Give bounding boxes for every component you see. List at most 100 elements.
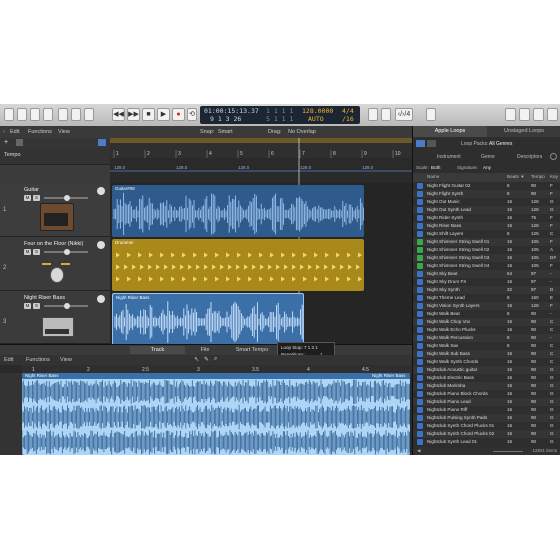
loop-row[interactable]: Night Walk Synth Chords 16 90 C xyxy=(413,358,560,366)
mute-button[interactable]: M xyxy=(24,195,31,201)
pan-knob[interactable] xyxy=(97,295,105,303)
preview-volume-slider[interactable] xyxy=(493,451,523,452)
column-name[interactable]: Name xyxy=(427,174,439,179)
stop-icon[interactable]: ■ xyxy=(142,108,155,121)
track-header-guitar[interactable]: 1 Guitar M S xyxy=(0,183,110,237)
tab-track[interactable]: Track xyxy=(130,346,185,354)
lcd-display[interactable]: 01:00:15:13.37 9 1 3 26 1 1 1 1 5 1 1 1 … xyxy=(200,106,360,124)
loop-row[interactable]: Night Walk Echo Plucks 16 90 C xyxy=(413,326,560,334)
metronome-display[interactable]: ‹/›/4 xyxy=(395,108,413,121)
solo-button[interactable]: S xyxy=(33,303,40,309)
master-volume-icon[interactable] xyxy=(426,108,436,121)
solo-button[interactable]: S xyxy=(33,249,40,255)
loop-row[interactable]: Nightclub Pulsing Synth Pads 16 90 G xyxy=(413,414,560,422)
grid-view-icon[interactable] xyxy=(427,140,436,147)
signature-select[interactable]: Any xyxy=(483,165,491,170)
category-instrument[interactable]: Instrument xyxy=(437,154,461,160)
loop-row[interactable]: Night Vision Synth Layers 16 128 F xyxy=(413,302,560,310)
category-genre[interactable]: Genre xyxy=(481,154,495,160)
pencil-tool-icon[interactable]: ✎ xyxy=(204,356,209,363)
column-tempo[interactable]: Tempo xyxy=(531,174,545,179)
speaker-icon[interactable]: ◀ xyxy=(417,448,420,454)
column-beats[interactable]: Beats xyxy=(507,174,519,179)
region-guitar[interactable]: Guitar#06 xyxy=(112,185,364,237)
loop-row[interactable]: Night Flight Synth 8 90 F xyxy=(413,190,560,198)
loop-browser-icon[interactable] xyxy=(533,108,544,121)
loop-row[interactable]: Night Theme Lead 8 160 E xyxy=(413,294,560,302)
global-tracks-icon[interactable] xyxy=(98,139,106,146)
inspector-icon[interactable] xyxy=(17,108,27,121)
loop-row[interactable]: Night Walk Sax 8 90 C xyxy=(413,342,560,350)
mute-button[interactable]: M xyxy=(24,303,31,309)
editor-ruler[interactable]: 1 2 2.5 3 3.5 4 4.5 xyxy=(22,365,412,373)
loop-row[interactable]: Night Sky Beat 64 97 - xyxy=(413,270,560,278)
tab-apple-loops[interactable]: Apple Loops xyxy=(413,126,487,137)
fast-forward-icon[interactable]: ▶▶ xyxy=(127,108,140,121)
category-descriptors[interactable]: Descriptors xyxy=(517,154,542,160)
loop-row[interactable]: Night Shimmer String Swell 01 16 105 F xyxy=(413,238,560,246)
scale-select[interactable]: Both xyxy=(431,165,440,170)
column-key[interactable]: Key xyxy=(550,174,558,179)
pointer-tool-icon[interactable]: ↖ xyxy=(194,356,199,363)
loop-row[interactable]: Night Out Music 16 128 G xyxy=(413,198,560,206)
tuner-icon[interactable] xyxy=(368,108,378,121)
loop-row[interactable]: Nightclub Piano Lead 16 90 G xyxy=(413,398,560,406)
loop-row[interactable]: Nightclub Piano Riff 16 90 G xyxy=(413,406,560,414)
cycle-icon[interactable]: ⟲ xyxy=(187,108,197,121)
loop-row[interactable]: Night Sky Drum FX 16 97 - xyxy=(413,278,560,286)
loop-row[interactable]: Night Walk Sub Bass 16 90 C xyxy=(413,350,560,358)
arrange-area[interactable]: 1 2 3 4 5 6 7 8 9 10 128.0 128.0 128.0 128.0 128.0 Gu… xyxy=(110,138,412,344)
loop-row[interactable]: Night Walk Beat 8 90 - xyxy=(413,310,560,318)
notes-icon[interactable] xyxy=(519,108,530,121)
loop-row[interactable]: Night Shimmer String Swell 03 16 105 D# xyxy=(413,254,560,262)
count-in-icon[interactable] xyxy=(381,108,391,121)
scissors-icon[interactable] xyxy=(84,108,94,121)
track-header-bass[interactable]: 3 Night Riser Bass M S xyxy=(0,291,110,344)
loop-row[interactable]: Nightclub Synth Chord Plucks 01 16 90 G xyxy=(413,422,560,430)
browser-icon[interactable] xyxy=(547,108,558,121)
region-bass[interactable]: Night Riser Bass xyxy=(112,293,304,344)
mute-button[interactable]: M xyxy=(24,249,31,255)
loop-row[interactable]: Night Shimmer String Swell 04 16 105 F xyxy=(413,262,560,270)
mixer-icon[interactable] xyxy=(71,108,81,121)
solo-button[interactable]: S xyxy=(33,195,40,201)
add-track-icon[interactable]: + xyxy=(4,139,8,146)
toolbar-icon[interactable] xyxy=(43,108,53,121)
loop-row[interactable]: Night Sky Synth 32 97 D xyxy=(413,286,560,294)
loop-row[interactable]: Nightclub Marimba 16 90 G xyxy=(413,382,560,390)
duplicate-track-icon[interactable] xyxy=(16,139,23,146)
smart-controls-icon[interactable] xyxy=(58,108,68,121)
loop-row[interactable]: Nightclub Electric Bass 16 90 G xyxy=(413,374,560,382)
editor-functions-menu[interactable]: Functions xyxy=(26,357,50,363)
record-icon[interactable]: ● xyxy=(172,108,185,121)
pan-knob[interactable] xyxy=(97,241,105,249)
loop-row[interactable]: Night Walk Chop Vox 16 90 C xyxy=(413,318,560,326)
loop-row[interactable]: Night Shift Layers 8 125 C xyxy=(413,230,560,238)
loop-row[interactable]: Nightclub Synth Lead 01 16 90 G xyxy=(413,438,560,446)
loop-row[interactable]: Night Flight Guitar 02 8 90 F xyxy=(413,182,560,190)
loop-row[interactable]: Night Out Synth Lead 16 128 G xyxy=(413,206,560,214)
list-editors-icon[interactable] xyxy=(505,108,516,121)
loop-row[interactable]: Nightclub Acoustic guitar 16 90 G xyxy=(413,366,560,374)
volume-knob[interactable] xyxy=(64,195,70,201)
volume-knob[interactable] xyxy=(64,249,70,255)
volume-knob[interactable] xyxy=(64,303,70,309)
loop-row[interactable]: Night Walk Percussion 8 90 - xyxy=(413,334,560,342)
tab-unstaged-loops[interactable]: Unstaged Loops xyxy=(487,126,560,137)
editor-edit-menu[interactable]: Edit xyxy=(4,357,13,363)
edit-menu[interactable]: Edit xyxy=(10,128,19,136)
pan-knob[interactable] xyxy=(97,187,105,195)
tab-file[interactable]: File xyxy=(190,346,220,354)
loop-row[interactable]: Night Rider Synth 16 76 F xyxy=(413,214,560,222)
drag-select[interactable]: No Overlap xyxy=(288,128,316,136)
loop-packs-select[interactable]: All Genres xyxy=(489,141,512,147)
rewind-icon[interactable]: ◀◀ xyxy=(112,108,125,121)
back-icon[interactable]: ‹ xyxy=(3,128,5,136)
loop-row[interactable]: Nightclub Synth Chord Plucks 02 16 90 G xyxy=(413,430,560,438)
library-icon[interactable] xyxy=(4,108,14,121)
loop-row[interactable]: Night Shimmer String Swell 02 16 105 A xyxy=(413,246,560,254)
zoom-icon[interactable]: ⌕ xyxy=(214,356,217,363)
editor-region-bass[interactable]: Night Riser Bass Night Riser Bass xyxy=(22,373,410,455)
track-header-drummer[interactable]: 2 Four on the Floor (Nikki) M S xyxy=(0,237,110,291)
help-icon[interactable] xyxy=(30,108,40,121)
